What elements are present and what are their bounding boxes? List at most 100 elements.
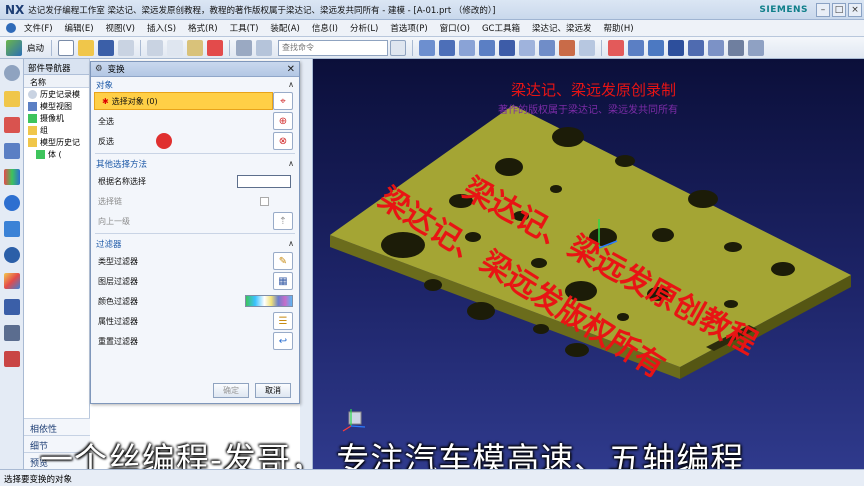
clock-icon[interactable] xyxy=(4,247,20,263)
menu-preferences[interactable]: 首选项(P) xyxy=(384,22,433,34)
view-front-icon[interactable] xyxy=(419,39,436,56)
display-icon[interactable] xyxy=(748,39,765,56)
ok-button[interactable]: 确定 xyxy=(213,383,249,398)
start-icon[interactable] xyxy=(6,39,22,56)
assembly-icon[interactable] xyxy=(688,39,705,56)
open-folder-icon[interactable] xyxy=(78,39,95,56)
dialog-title-bar[interactable]: ⚙ 变换 ✕ xyxy=(91,62,299,77)
navigator-column-name[interactable]: 名称 xyxy=(24,75,89,88)
crosshair-icon[interactable]: ⌖ xyxy=(273,92,293,110)
command-finder-input[interactable] xyxy=(278,39,389,56)
tree-item-history[interactable]: 历史记录模 xyxy=(24,88,89,100)
web-browser-icon[interactable] xyxy=(4,195,20,211)
select-filter-icon[interactable] xyxy=(608,39,625,56)
chevron-up-icon[interactable]: ∧ xyxy=(288,239,294,248)
wireframe-icon[interactable] xyxy=(519,39,536,56)
menu-window[interactable]: 窗口(O) xyxy=(434,22,476,34)
undo-icon[interactable] xyxy=(147,39,164,56)
menu-view[interactable]: 视图(V) xyxy=(100,22,141,34)
save-icon[interactable] xyxy=(98,39,115,56)
solid-icon[interactable] xyxy=(668,39,685,56)
start-button[interactable]: 启动 xyxy=(27,42,44,54)
part-navigator-icon[interactable] xyxy=(4,91,20,107)
attribute-filter-label: 属性过滤器 xyxy=(98,316,138,326)
window-icon[interactable] xyxy=(256,39,273,56)
menu-format[interactable]: 格式(R) xyxy=(182,22,224,34)
menu-edit[interactable]: 编辑(E) xyxy=(59,22,100,34)
chevron-up-icon[interactable]: ∧ xyxy=(288,159,294,168)
select-all-row[interactable]: 全选 ⊕ xyxy=(91,111,299,131)
assembly-navigator-icon[interactable] xyxy=(4,117,20,133)
color-filter-row[interactable]: 颜色过滤器 xyxy=(91,291,299,311)
graphics-viewport[interactable]: 梁达记、梁远发原创录制 著作的版权属于梁达记、梁远发共同所有 梁达记、梁远发原创… xyxy=(313,59,864,469)
measure-icon[interactable] xyxy=(648,39,665,56)
menu-gc-toolkit[interactable]: GC工具箱 xyxy=(476,22,526,34)
color-icon[interactable] xyxy=(728,39,745,56)
menu-insert[interactable]: 插入(S) xyxy=(141,22,182,34)
chevron-up-icon[interactable]: ∧ xyxy=(288,80,294,89)
menu-help[interactable]: 帮助(H) xyxy=(598,22,640,34)
menu-information[interactable]: 信息(I) xyxy=(306,22,344,34)
reset-filter-row[interactable]: 重置过滤器 ↩ xyxy=(91,331,299,351)
attribute-filter-row[interactable]: 属性过滤器 ☰ xyxy=(91,311,299,331)
palette-icon[interactable] xyxy=(4,273,20,289)
orient-icon[interactable] xyxy=(708,39,725,56)
close-window-button[interactable]: × xyxy=(848,2,862,17)
menu-assembly[interactable]: 装配(A) xyxy=(264,22,305,34)
close-icon[interactable]: ✕ xyxy=(287,64,295,75)
cancel-button[interactable]: 取消 xyxy=(255,383,291,398)
tree-item-cameras[interactable]: 摄像机 xyxy=(24,112,89,124)
tree-item-groups[interactable]: 组 xyxy=(24,124,89,136)
system-material-icon[interactable] xyxy=(4,325,20,341)
search-icon[interactable] xyxy=(390,39,407,56)
snap-icon[interactable] xyxy=(628,39,645,56)
select-by-name-input[interactable] xyxy=(237,174,291,188)
attribute-filter-icon[interactable]: ☰ xyxy=(273,312,293,330)
cut-icon[interactable] xyxy=(118,39,135,56)
select-by-name-row[interactable]: 根据名称选择 xyxy=(91,171,299,191)
delete-icon[interactable] xyxy=(207,39,224,56)
new-file-icon[interactable] xyxy=(58,39,75,56)
roles-icon[interactable] xyxy=(4,299,20,315)
view-right-icon[interactable] xyxy=(479,39,496,56)
restore-button[interactable]: □ xyxy=(832,2,846,17)
menu-tools[interactable]: 工具(T) xyxy=(224,22,265,34)
constraint-navigator-icon[interactable] xyxy=(4,143,20,159)
section-object[interactable]: 对象 ∧ xyxy=(91,77,299,92)
cube-icon[interactable] xyxy=(539,39,556,56)
type-filter-row[interactable]: 类型过滤器 ✎ xyxy=(91,251,299,271)
checkbox-icon[interactable] xyxy=(36,150,45,159)
section-icon[interactable] xyxy=(559,39,576,56)
invert-selection-row[interactable]: 反选 ⊗ xyxy=(91,131,299,151)
layer-filter-icon[interactable]: ▦ xyxy=(273,272,293,290)
menu-file[interactable]: 文件(F) xyxy=(18,22,59,34)
view-top-icon[interactable] xyxy=(459,39,476,56)
tree-item-model-views[interactable]: 模型视图 xyxy=(24,100,89,112)
menu-custom[interactable]: 梁达记、梁远发 xyxy=(526,22,598,34)
history-icon[interactable] xyxy=(4,221,20,237)
reuse-library-icon[interactable] xyxy=(4,169,20,185)
section-filter[interactable]: 过滤器 ∧ xyxy=(91,236,299,251)
view-iso-icon[interactable] xyxy=(439,39,456,56)
layer-filter-row[interactable]: 图层过滤器 ▦ xyxy=(91,271,299,291)
menu-analysis[interactable]: 分析(L) xyxy=(344,22,384,34)
shaded-icon[interactable] xyxy=(499,39,516,56)
tree-item-body[interactable]: 体 ( xyxy=(24,148,89,160)
invert-selection-icon[interactable]: ⊗ xyxy=(273,132,293,150)
reset-filter-icon[interactable]: ↩ xyxy=(273,332,293,350)
layer-icon[interactable] xyxy=(579,39,596,56)
color-filter-swatch[interactable] xyxy=(245,295,293,307)
tool-icon[interactable] xyxy=(236,39,253,56)
section-other-methods[interactable]: 其他选择方法 ∧ xyxy=(91,156,299,171)
gear-icon[interactable]: ⚙ xyxy=(95,64,103,74)
type-filter-icon[interactable]: ✎ xyxy=(273,252,293,270)
paste-icon[interactable] xyxy=(187,39,204,56)
tree-item-model-history[interactable]: 模型历史记 xyxy=(24,136,89,148)
minimize-button[interactable]: – xyxy=(816,2,830,17)
select-all-icon[interactable]: ⊕ xyxy=(273,112,293,130)
copy-icon[interactable] xyxy=(167,39,184,56)
select-all-row[interactable]: ⌖ xyxy=(91,91,299,111)
app-menu-icon[interactable] xyxy=(6,23,16,33)
settings-gear-icon[interactable] xyxy=(4,65,20,81)
sheet-icon[interactable] xyxy=(4,351,20,367)
